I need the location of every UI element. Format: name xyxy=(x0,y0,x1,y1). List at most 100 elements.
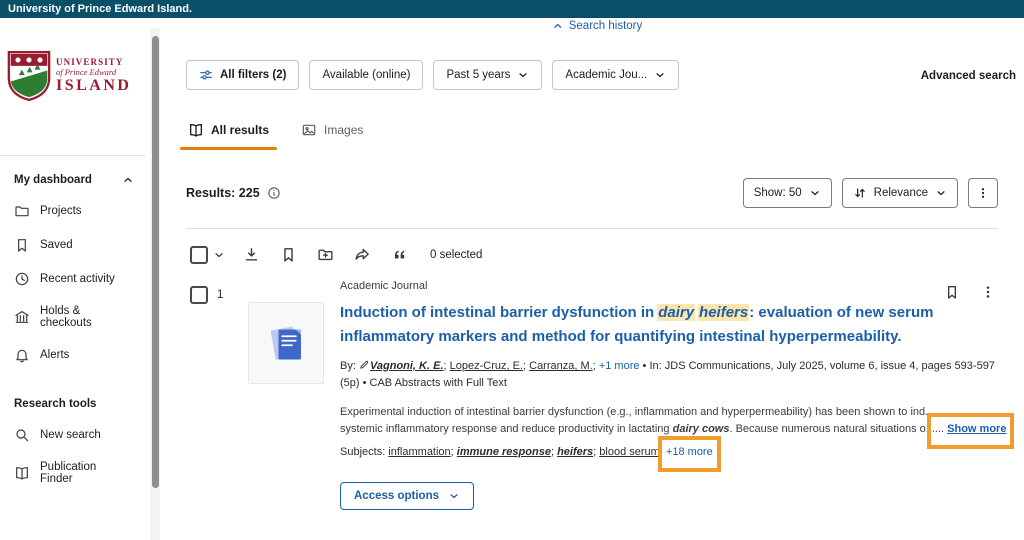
available-online-label: Available (online) xyxy=(322,69,410,81)
academic-journal-label: Academic Jou... xyxy=(565,69,647,81)
image-icon xyxy=(301,122,317,138)
folder-plus-icon xyxy=(317,246,334,263)
title-text: Induction of intestinal barrier dysfunct… xyxy=(340,304,654,321)
show-per-page-dropdown[interactable]: Show: 50 xyxy=(743,178,832,208)
scrollbar-track[interactable] xyxy=(150,28,160,540)
sidebar-item-label: Projects xyxy=(40,205,82,217)
logo-line2: of Prince Edward xyxy=(56,67,131,77)
title-highlight: heifers xyxy=(698,304,749,321)
result-item: 1 xyxy=(190,280,998,540)
sidebar: UNIVERSITY of Prince Edward ISLAND My da… xyxy=(0,18,150,540)
available-online-filter[interactable]: Available (online) xyxy=(309,60,423,90)
institution-bar: University of Prince Edward Island. xyxy=(0,0,1024,18)
past-5-years-filter[interactable]: Past 5 years xyxy=(433,60,542,90)
sidebar-item-new-search[interactable]: New search xyxy=(0,418,146,452)
result-abstract: Experimental induction of intestinal bar… xyxy=(340,404,1000,437)
institution-name: University of Prince Edward Island. xyxy=(8,3,192,15)
selected-count: 0 selected xyxy=(430,249,482,261)
advanced-search-link[interactable]: Advanced search xyxy=(921,70,1016,82)
kebab-menu-icon xyxy=(976,186,990,200)
abstract-text: . Because numerous natural situations o.… xyxy=(729,423,934,435)
sidebar-item-label: Publication Finder xyxy=(40,461,132,485)
all-filters-button[interactable]: All filters (2) xyxy=(186,60,299,90)
bookmark-icon xyxy=(280,246,297,263)
sidebar-item-projects[interactable]: Projects xyxy=(0,194,146,228)
sidebar-nav: My dashboard Projects Saved xyxy=(0,164,146,494)
sidebar-item-saved[interactable]: Saved xyxy=(0,228,146,262)
upei-logo[interactable]: UNIVERSITY of Prince Edward ISLAND xyxy=(7,50,131,102)
result-byline-line2: (5p) • CAB Abstracts with Full Text xyxy=(340,375,1000,391)
research-tools-label: Research tools xyxy=(14,398,96,410)
results-controls: Show: 50 Relevance xyxy=(743,178,998,208)
logo-line3: ISLAND xyxy=(56,77,131,95)
academic-journal-filter[interactable]: Academic Jou... xyxy=(552,60,679,90)
result-title-link[interactable]: Induction of intestinal barrier dysfunct… xyxy=(340,301,980,349)
sidebar-item-label: New search xyxy=(40,429,101,441)
access-options-button[interactable]: Access options xyxy=(340,482,474,510)
scrollbar-thumb[interactable] xyxy=(152,36,159,488)
cite-button[interactable] xyxy=(389,244,410,265)
save-bookmark-button[interactable] xyxy=(278,244,299,265)
chevron-up-icon xyxy=(122,174,134,186)
tab-images-label: Images xyxy=(324,123,363,137)
library-building-icon xyxy=(14,309,30,325)
download-button[interactable] xyxy=(241,244,262,265)
author-link[interactable]: Lopez-Cruz, E. xyxy=(450,360,523,372)
tab-all-results[interactable]: All results xyxy=(186,116,271,150)
select-all-checkbox[interactable] xyxy=(190,246,208,264)
result-thumbnail[interactable] xyxy=(248,302,324,384)
tab-images[interactable]: Images xyxy=(299,116,365,150)
sidebar-item-publication-finder[interactable]: Publication Finder xyxy=(0,452,146,494)
dashboard-section-toggle[interactable]: My dashboard xyxy=(0,164,146,194)
bell-icon xyxy=(14,347,30,363)
subject-link[interactable]: heifers xyxy=(557,446,593,458)
select-menu-chevron-icon[interactable] xyxy=(213,249,225,261)
more-subjects-link[interactable]: +18 more xyxy=(666,446,713,458)
bulk-actions-toolbar: 0 selected xyxy=(190,244,482,265)
open-book-icon xyxy=(14,465,30,481)
download-icon xyxy=(243,246,260,263)
bookmark-icon xyxy=(14,237,30,253)
access-options-label: Access options xyxy=(354,490,439,502)
subject-link[interactable]: blood serum xyxy=(599,446,660,458)
results-tabs: All results Images xyxy=(186,116,365,150)
chevron-down-icon xyxy=(517,69,529,81)
author-pen-icon xyxy=(359,359,370,370)
result-content: Academic Journal Induction of intestinal… xyxy=(340,280,1000,510)
results-overflow-menu[interactable] xyxy=(968,178,998,208)
share-button[interactable] xyxy=(352,244,373,265)
research-tools-section-label: Research tools xyxy=(0,388,146,418)
result-checkbox[interactable] xyxy=(190,286,208,304)
by-label: By: xyxy=(340,360,359,372)
author-link[interactable]: Vagnoni, K. E. xyxy=(370,360,444,372)
result-index: 1 xyxy=(217,289,223,301)
subject-link[interactable]: inflammation xyxy=(388,446,450,458)
result-subjects: Subjects: inflammation; immune response;… xyxy=(340,444,1000,460)
result-select: 1 xyxy=(190,286,223,304)
show-per-page-label: Show: 50 xyxy=(754,187,802,199)
sidebar-item-recent-activity[interactable]: Recent activity xyxy=(0,262,146,296)
result-byline: By: Vagnoni, K. E.; Lopez-Cruz, E.; Carr… xyxy=(340,358,1000,374)
more-authors-link[interactable]: +1 more xyxy=(599,360,640,372)
chevron-up-icon xyxy=(552,20,564,32)
sort-dropdown[interactable]: Relevance xyxy=(842,178,958,208)
sort-label: Relevance xyxy=(874,187,928,199)
abstract-text: Experimental induction of intestinal bar… xyxy=(340,406,934,418)
chevron-down-icon xyxy=(935,187,947,199)
title-highlight: dairy xyxy=(657,304,695,321)
info-icon[interactable] xyxy=(267,186,281,200)
search-history-toggle[interactable]: Search history xyxy=(552,20,643,32)
show-more-link[interactable]: Show more xyxy=(947,423,1006,435)
author-link[interactable]: Carranza, M. xyxy=(529,360,593,372)
book-icon xyxy=(188,122,204,138)
sort-icon xyxy=(853,186,867,200)
document-illustration-icon xyxy=(257,313,315,373)
add-to-project-button[interactable] xyxy=(315,244,336,265)
search-icon xyxy=(14,427,30,443)
chevron-down-icon xyxy=(448,490,460,502)
sidebar-item-holds-checkouts[interactable]: Holds & checkouts xyxy=(0,296,146,338)
select-all-group xyxy=(190,246,225,264)
subjects-label: Subjects: xyxy=(340,446,388,458)
sidebar-item-alerts[interactable]: Alerts xyxy=(0,338,146,372)
subject-link[interactable]: immune response xyxy=(457,446,551,458)
